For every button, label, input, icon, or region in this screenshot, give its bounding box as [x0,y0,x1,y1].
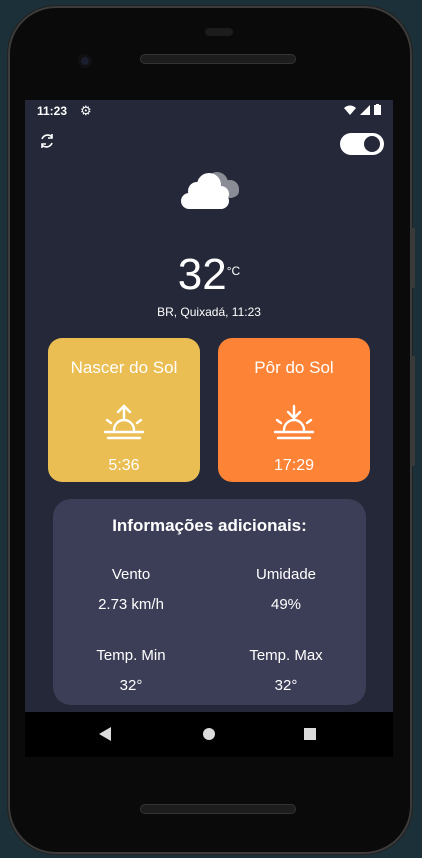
temp-min-label: Temp. Min [96,647,166,664]
battery-icon [374,104,381,115]
wind-value: 2.73 km/h [98,596,164,613]
temperature-block: 32°C [25,250,393,300]
bottom-speaker [140,804,296,814]
wind-cell: Vento 2.73 km/h [56,566,206,613]
temperature-value: 32 [177,250,227,299]
temperature-unit: °C [226,264,241,278]
back-icon[interactable] [99,727,111,741]
temp-max-value: 32° [274,677,298,694]
front-camera [78,54,92,68]
sunset-icon [274,404,314,440]
cloud-icon [181,172,239,209]
humidity-value: 49% [270,596,302,613]
system-icons [344,104,381,115]
location-label: BR, Quixadá, 11:23 [157,305,261,319]
additional-info-panel: Informações adicionais: Vento 2.73 km/h … [53,499,366,705]
temp-max-label: Temp. Max [249,647,323,664]
app-screen: 11:23 ⚙ 32°C BR, Quixadá, 11:23 Nascer d… [25,100,393,712]
navigation-bar [25,712,393,757]
temp-max-cell: Temp. Max 32° [211,647,361,694]
volume-button [411,356,415,466]
top-speaker [140,54,296,64]
home-icon[interactable] [203,728,215,740]
top-slot [205,28,233,36]
wifi-icon [344,105,356,115]
wind-label: Vento [111,566,151,583]
refresh-icon[interactable] [38,132,56,150]
recents-icon[interactable] [304,728,316,740]
info-title: Informações adicionais: [112,516,307,535]
signal-icon [360,104,370,115]
sunrise-time: 5:36 [108,457,140,474]
sunrise-icon [104,404,144,440]
power-button [411,228,415,288]
sunset-time: 17:29 [273,457,315,474]
gear-icon: ⚙ [80,103,92,118]
sunrise-title: Nascer do Sol [70,358,178,377]
status-bar: 11:23 ⚙ [25,100,393,122]
humidity-label: Umidade [255,566,317,583]
sunset-card: Pôr do Sol 17:29 [218,338,370,482]
status-time: 11:23 [37,104,68,118]
toggle-knob [364,136,380,152]
temp-min-value: 32° [119,677,143,694]
sunrise-card: Nascer do Sol 5:36 [48,338,200,482]
theme-toggle[interactable] [340,133,384,155]
temp-min-cell: Temp. Min 32° [56,647,206,694]
humidity-cell: Umidade 49% [211,566,361,613]
sunset-title: Pôr do Sol [254,358,334,377]
